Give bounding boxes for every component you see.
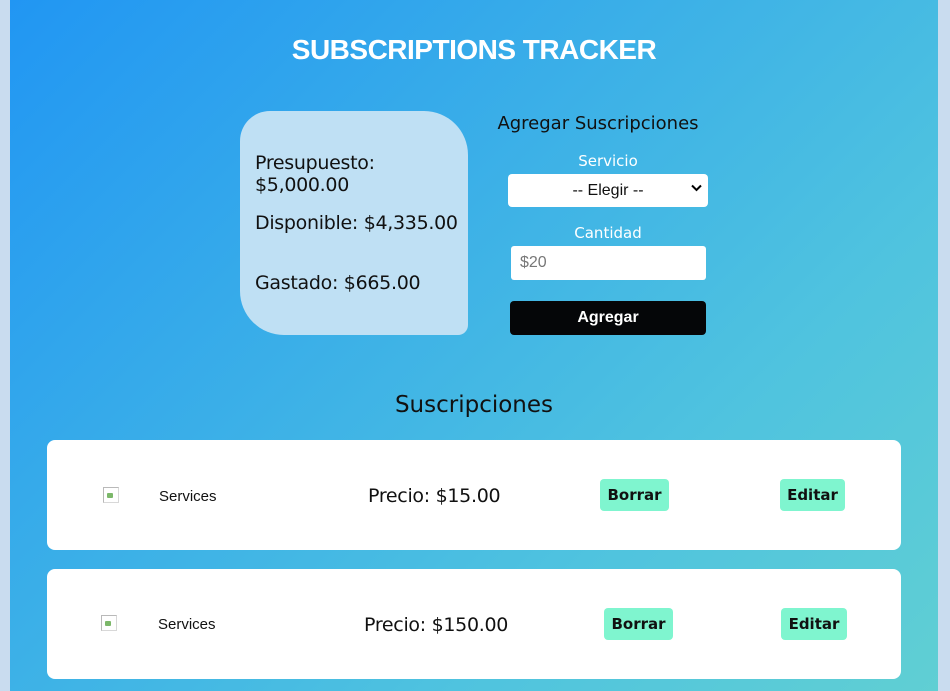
disponible-value: $4,335.00 [363,212,458,234]
gastado-label: Gastado: [255,272,339,294]
app-container: SUBSCRIPTIONS TRACKER Presupuesto: $5,00… [10,0,938,691]
disponible-label: Disponible: [255,212,358,234]
service-select-value: -- Elegir -- [572,181,644,199]
service-name: Services [158,616,216,633]
edit-button[interactable]: Editar [781,608,847,640]
price-value: $150.00 [431,614,509,636]
service-select[interactable]: -- Elegir -- [508,174,708,207]
price-value: $15.00 [435,485,501,507]
subscriptions-title: Suscripciones [394,392,554,418]
price-text: Precio: $150.00 [364,614,508,636]
price-text: Precio: $15.00 [368,485,501,507]
amount-input[interactable] [511,246,706,280]
subscription-card: Services Precio: $15.00 Borrar Editar [47,440,901,550]
gastado-value: $665.00 [343,272,421,294]
broken-image-icon [103,487,119,503]
presupuesto-value: $5,000.00 [255,174,349,196]
broken-image-icon [101,615,117,631]
edit-button[interactable]: Editar [780,479,845,511]
page-title: SUBSCRIPTIONS TRACKER [291,34,657,65]
amount-label: Cantidad [574,224,642,242]
budget-gastado: Gastado: $665.00 [255,272,421,294]
service-name: Services [159,488,217,505]
presupuesto-label: Presupuesto: [255,152,375,174]
price-label: Precio: [364,614,426,636]
price-label: Precio: [368,485,430,507]
budget-presupuesto: Presupuesto: $5,000.00 [255,152,468,196]
delete-button[interactable]: Borrar [600,479,669,511]
service-label: Servicio [578,152,638,170]
chevron-down-icon [691,184,702,192]
budget-disponible: Disponible: $4,335.00 [255,212,458,234]
add-button[interactable]: Agregar [510,301,706,335]
delete-button[interactable]: Borrar [604,608,673,640]
subscription-card: Services Precio: $150.00 Borrar Editar [47,569,901,679]
budget-card: Presupuesto: $5,000.00 Disponible: $4,33… [240,111,468,335]
form-title: Agregar Suscripciones [497,113,699,134]
